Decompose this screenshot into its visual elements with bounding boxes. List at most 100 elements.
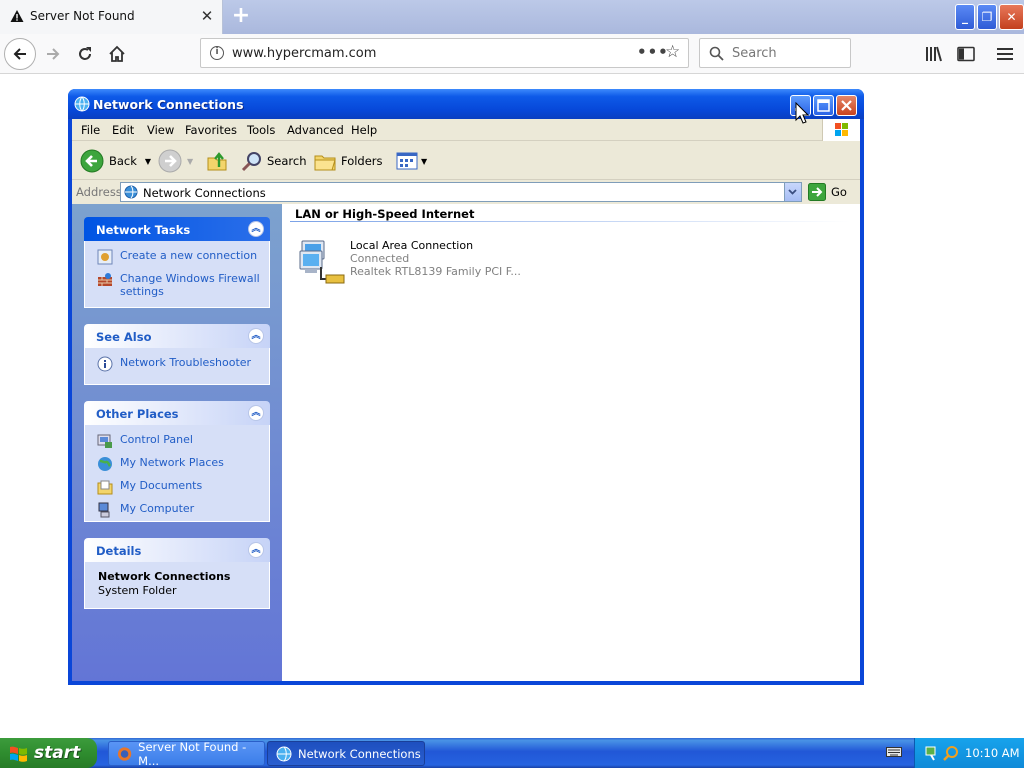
connection-status: Connected bbox=[350, 252, 410, 265]
maximize-window-button[interactable] bbox=[813, 95, 834, 116]
menu-tools[interactable]: Tools bbox=[247, 123, 275, 137]
clock: 10:10 AM bbox=[965, 746, 1020, 760]
address-text: Network Connections bbox=[143, 186, 266, 200]
my-documents-link[interactable]: My Documents bbox=[97, 479, 261, 495]
collapse-chevron-icon[interactable]: ︽ bbox=[248, 221, 264, 237]
connection-name: Local Area Connection bbox=[350, 239, 474, 252]
go-button[interactable]: Go bbox=[808, 183, 847, 201]
browser-forward-button[interactable] bbox=[37, 38, 69, 70]
see-also-header[interactable]: See Also ︽ bbox=[84, 324, 270, 348]
folders-label: Folders bbox=[341, 154, 383, 168]
my-computer-link[interactable]: My Computer bbox=[97, 502, 261, 518]
windows-logo bbox=[822, 119, 860, 141]
taskbar-item-network-connections[interactable]: Network Connections bbox=[267, 741, 425, 766]
home-button[interactable] bbox=[101, 38, 133, 70]
taskbar-item-label: Network Connections bbox=[298, 746, 421, 761]
see-also-panel: See Also ︽ Network Troubleshooter bbox=[84, 324, 270, 385]
collapse-chevron-icon[interactable]: ︽ bbox=[248, 328, 264, 344]
new-connection-icon bbox=[97, 249, 113, 265]
window-body: File Edit View Favorites Tools Advanced … bbox=[72, 119, 860, 681]
search-icon bbox=[709, 46, 724, 61]
other-places-header[interactable]: Other Places ︽ bbox=[84, 401, 270, 425]
network-connections-icon bbox=[74, 96, 90, 112]
other-places-panel: Other Places ︽ Control Panel My Network … bbox=[84, 401, 270, 522]
taskbar-item-firefox[interactable]: Server Not Found - M... bbox=[108, 740, 265, 768]
network-connections-icon bbox=[124, 185, 138, 199]
network-tasks-header[interactable]: Network Tasks ︽ bbox=[84, 217, 270, 241]
sidebar-button[interactable] bbox=[957, 45, 975, 63]
close-window-button[interactable] bbox=[836, 95, 857, 116]
menu-help[interactable]: Help bbox=[351, 123, 377, 137]
panel-title: See Also bbox=[96, 330, 152, 344]
info-icon[interactable]: i bbox=[210, 46, 224, 60]
maximize-icon bbox=[817, 99, 830, 112]
create-new-connection-link[interactable]: Create a new connection bbox=[97, 249, 261, 265]
mouse-cursor-icon bbox=[795, 102, 809, 124]
change-firewall-settings-link[interactable]: Change Windows Firewall settings bbox=[97, 272, 261, 298]
page-actions-icon[interactable]: ••• bbox=[637, 43, 669, 61]
menu-advanced[interactable]: Advanced bbox=[287, 123, 344, 137]
collapse-chevron-icon[interactable]: ︽ bbox=[248, 405, 264, 421]
windows-flag-icon bbox=[10, 746, 27, 762]
network-troubleshooter-link[interactable]: Network Troubleshooter bbox=[97, 356, 261, 372]
forward-arrow-icon bbox=[158, 149, 182, 173]
views-button[interactable]: ▼ bbox=[396, 150, 427, 172]
close-tab-icon[interactable]: ✕ bbox=[199, 8, 215, 24]
browser-tab[interactable]: Server Not Found ✕ bbox=[0, 0, 223, 34]
menu-favorites[interactable]: Favorites bbox=[185, 123, 237, 137]
minimize-browser-button[interactable]: _ bbox=[955, 4, 975, 30]
back-dropdown-icon[interactable]: ▼ bbox=[145, 157, 151, 166]
network-tray-icon[interactable] bbox=[925, 745, 941, 761]
firefox-icon bbox=[117, 746, 132, 761]
search-input[interactable]: Search bbox=[699, 38, 851, 68]
folders-button[interactable]: Folders bbox=[314, 150, 383, 172]
forward-button[interactable]: ▼ bbox=[158, 149, 193, 173]
back-label: Back bbox=[109, 154, 137, 168]
tab-title: Server Not Found bbox=[30, 9, 135, 23]
window-titlebar[interactable]: Network Connections bbox=[68, 89, 864, 119]
taskbar: start Server Not Found - M... Network Co… bbox=[0, 738, 1024, 768]
menu-edit[interactable]: Edit bbox=[112, 123, 134, 137]
close-browser-button[interactable]: ✕ bbox=[999, 4, 1024, 30]
new-tab-button[interactable]: + bbox=[230, 4, 252, 28]
back-button[interactable]: Back ▼ bbox=[80, 149, 151, 173]
reload-icon bbox=[79, 47, 91, 60]
close-icon bbox=[841, 100, 852, 111]
menu-file[interactable]: File bbox=[81, 123, 100, 137]
local-area-connection-item[interactable]: Local Area Connection Connected Realtek … bbox=[296, 237, 536, 289]
sidebar-icon bbox=[957, 46, 975, 62]
address-field[interactable]: Network Connections bbox=[120, 182, 802, 202]
library-button[interactable] bbox=[925, 45, 943, 63]
url-bar[interactable]: i www.hypercmam.com ••• ☆ bbox=[200, 38, 689, 68]
back-arrow-icon bbox=[80, 149, 104, 173]
warning-icon bbox=[10, 10, 24, 22]
search-icon bbox=[241, 152, 261, 172]
search-label: Search bbox=[267, 154, 307, 168]
up-folder-button[interactable] bbox=[206, 150, 228, 172]
collapse-chevron-icon[interactable]: ︽ bbox=[248, 542, 264, 558]
forward-dropdown-icon[interactable]: ▼ bbox=[187, 157, 193, 166]
reload-button[interactable] bbox=[69, 38, 101, 70]
go-label: Go bbox=[831, 185, 847, 199]
url-text[interactable]: www.hypercmam.com bbox=[232, 46, 376, 61]
search-button[interactable]: Search bbox=[241, 150, 307, 172]
window-title: Network Connections bbox=[93, 97, 244, 112]
start-label: start bbox=[34, 743, 81, 763]
menu-view[interactable]: View bbox=[147, 123, 174, 137]
keyboard-icon[interactable] bbox=[886, 745, 902, 759]
views-icon bbox=[396, 152, 418, 170]
bookmark-star-icon[interactable]: ☆ bbox=[665, 42, 680, 62]
start-button[interactable]: start bbox=[0, 738, 97, 768]
windows-flag-icon bbox=[835, 123, 848, 136]
my-network-places-link[interactable]: My Network Places bbox=[97, 456, 261, 472]
restore-browser-button[interactable]: ❐ bbox=[977, 4, 997, 30]
menu-bar: File Edit View Favorites Tools Advanced … bbox=[72, 119, 860, 141]
search-tray-icon[interactable] bbox=[943, 745, 959, 761]
browser-back-button[interactable] bbox=[4, 38, 36, 70]
views-dropdown-icon[interactable]: ▼ bbox=[421, 157, 427, 166]
group-heading: LAN or High-Speed Internet bbox=[295, 207, 475, 221]
menu-button[interactable] bbox=[996, 45, 1014, 63]
details-header[interactable]: Details ︽ bbox=[84, 538, 270, 562]
control-panel-link[interactable]: Control Panel bbox=[97, 433, 261, 449]
address-dropdown-button[interactable] bbox=[784, 183, 801, 201]
